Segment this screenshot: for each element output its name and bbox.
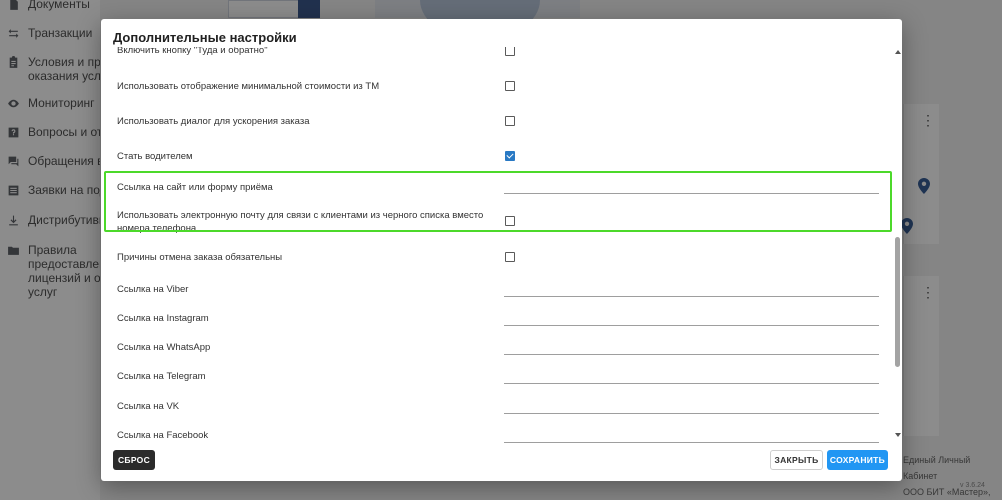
dialog-scrollbar[interactable] <box>894 47 902 437</box>
driver-link-input[interactable] <box>504 180 879 194</box>
setting-checkbox[interactable] <box>505 116 515 126</box>
setting-label: Включить кнопку "Туда и обратно" <box>117 47 268 56</box>
setting-label: Использовать отображение минимальной сто… <box>117 81 380 92</box>
setting-label: Причины отмена заказа обязательны <box>117 252 283 263</box>
instagram-link-input[interactable] <box>504 312 879 326</box>
vk-link-input[interactable] <box>504 400 879 414</box>
setting-checkbox[interactable] <box>505 81 515 91</box>
reset-button[interactable]: СБРОС <box>113 450 155 470</box>
additional-settings-dialog: Дополнительные настройки Включить кнопку… <box>101 19 902 481</box>
setting-row-vk: Ссылка на VK <box>101 400 891 420</box>
dialog-title: Дополнительные настройки <box>113 30 297 45</box>
setting-label: Ссылка на сайт или форму приёма <box>117 182 273 193</box>
setting-row: Причины отмена заказа обязательны <box>101 251 891 271</box>
become-driver-checkbox[interactable] <box>505 151 515 161</box>
facebook-link-input[interactable] <box>504 429 879 443</box>
setting-label: Использовать электронную почту для связи… <box>117 210 484 234</box>
setting-label: Стать водителем <box>117 151 193 162</box>
whatsapp-link-input[interactable] <box>504 341 879 355</box>
setting-checkbox[interactable] <box>505 47 515 56</box>
setting-label: Ссылка на VK <box>117 401 180 412</box>
setting-row: Использовать диалог для ускорения заказа <box>101 115 891 135</box>
setting-row: Использовать отображение минимальной сто… <box>101 80 891 100</box>
scroll-down-arrow-icon[interactable] <box>895 433 901 437</box>
close-button[interactable]: ЗАКРЫТЬ <box>770 450 823 470</box>
setting-row-become-driver: Стать водителем <box>101 150 891 170</box>
setting-row: Использовать электронную почту для связи… <box>101 209 891 239</box>
settings-scroll-area[interactable]: Включить кнопку "Туда и обратно" Использ… <box>101 47 902 459</box>
setting-label: Ссылка на Facebook <box>117 430 209 441</box>
setting-row-driver-link: Ссылка на сайт или форму приёма <box>101 181 891 205</box>
setting-row-viber: Ссылка на Viber <box>101 283 891 303</box>
setting-row-instagram: Ссылка на Instagram <box>101 312 891 332</box>
setting-label: Ссылка на Viber <box>117 284 189 295</box>
save-button[interactable]: СОХРАНИТЬ <box>827 450 888 470</box>
setting-checkbox[interactable] <box>505 216 515 226</box>
setting-row: Включить кнопку "Туда и обратно" <box>101 47 891 64</box>
setting-checkbox[interactable] <box>505 252 515 262</box>
setting-row-whatsapp: Ссылка на WhatsApp <box>101 341 891 361</box>
scroll-up-arrow-icon[interactable] <box>895 50 901 54</box>
viber-link-input[interactable] <box>504 283 879 297</box>
telegram-link-input[interactable] <box>504 370 879 384</box>
scrollbar-thumb[interactable] <box>895 237 900 367</box>
setting-row-telegram: Ссылка на Telegram <box>101 370 891 390</box>
setting-row-facebook: Ссылка на Facebook <box>101 429 891 449</box>
setting-label: Ссылка на WhatsApp <box>117 342 211 353</box>
setting-label: Ссылка на Instagram <box>117 313 209 324</box>
setting-label: Использовать диалог для ускорения заказа <box>117 116 310 127</box>
setting-label: Ссылка на Telegram <box>117 371 206 382</box>
